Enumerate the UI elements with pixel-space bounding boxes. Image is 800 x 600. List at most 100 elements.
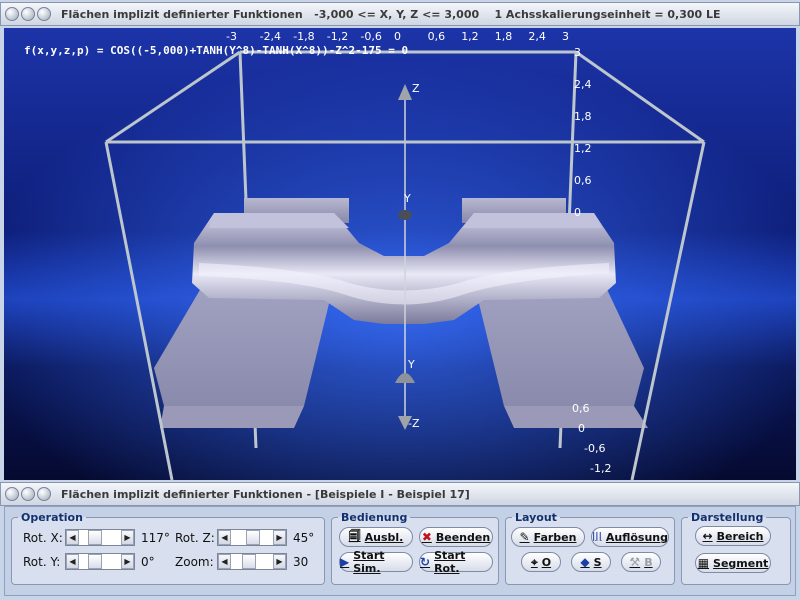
rot-z-slider[interactable]: ◀ ▶ <box>217 529 287 546</box>
tick-label: 0,6 <box>427 30 446 43</box>
range-icon: ↔ <box>702 529 713 543</box>
window-close-icon[interactable] <box>5 7 19 21</box>
tick-label: 1,8 <box>494 30 513 43</box>
tick-label: -1,8 <box>293 30 315 43</box>
rot-y-thumb[interactable] <box>88 554 102 569</box>
beenden-label: Beenden <box>435 530 491 544</box>
beenden-button[interactable]: ✖ Beenden <box>419 527 493 547</box>
grid-icon: ▦ <box>697 556 710 570</box>
segment-label: Segment <box>713 556 769 570</box>
rot-z-thumb[interactable] <box>246 530 260 545</box>
zoom-thumb[interactable] <box>242 554 256 569</box>
wrench-icon: ⚒ <box>629 555 641 569</box>
neg-z-axis-label: -Z <box>408 417 420 430</box>
b-button[interactable]: ⚒ B <box>621 552 661 572</box>
rotate-icon: ↻ <box>420 555 431 569</box>
tick-label: -1,2 <box>590 462 612 475</box>
hide-icon: 🗐 <box>348 528 361 543</box>
rot-z-value: 45° <box>293 531 315 545</box>
close-x-icon: ✖ <box>421 530 432 544</box>
rot-z-left-arrow-icon[interactable]: ◀ <box>218 530 231 545</box>
rot-x-right-arrow-icon[interactable]: ▶ <box>121 530 134 545</box>
s-button[interactable]: ◆ S <box>571 552 611 572</box>
tick-label: 0 <box>574 206 581 219</box>
ausbl-label: Ausbl. <box>364 530 404 544</box>
farben-button[interactable]: ✎ Farben <box>511 527 585 547</box>
bucket-icon: ◆ <box>580 555 590 569</box>
tick-label: 0 <box>394 30 401 43</box>
bedienung-legend: Bedienung <box>341 511 408 524</box>
rot-y-slider[interactable]: ◀ ▶ <box>65 553 135 570</box>
darstellung-legend: Darstellung <box>691 511 764 524</box>
zoom-label: Zoom: <box>175 555 214 569</box>
paint-brush-icon: ✎ <box>519 530 530 544</box>
tick-label: 1,2 <box>461 30 479 43</box>
main-window-title: Flächen implizit definierter Funktionen … <box>61 7 721 21</box>
window-minimize-icon[interactable] <box>21 7 35 21</box>
aufloesung-button[interactable]: ||| Auflösung <box>591 527 669 547</box>
play-icon: ▶ <box>340 555 350 569</box>
tick-label: 1,2 <box>574 142 592 155</box>
tick-label: -0,6 <box>360 30 382 43</box>
operation-legend: Operation <box>21 511 83 524</box>
formula-label: f(x,y,z,p) = COS((-5,000)+TANH(Y^8)-TANH… <box>24 44 409 57</box>
start-rot-label: Start Rot. <box>434 549 466 575</box>
tick-label: -3 <box>226 30 237 43</box>
rot-z-label: Rot. Z: <box>175 531 215 545</box>
ausbl-button[interactable]: 🗐 Ausbl. <box>339 527 413 547</box>
layout-group: Layout <box>505 511 675 585</box>
control-close-icon[interactable] <box>5 487 19 501</box>
surface-plot <box>4 28 796 480</box>
start-rot-button[interactable]: ↻ Start Rot. <box>419 549 493 575</box>
resolution-icon: ||| <box>592 532 602 542</box>
tick-label: 3 <box>562 30 569 43</box>
crosshair-icon: ⌖ <box>530 554 538 569</box>
rot-x-left-arrow-icon[interactable]: ◀ <box>66 530 79 545</box>
tick-label: 0,6 <box>572 402 590 415</box>
tick-label: 2,4 <box>528 30 546 43</box>
layout-legend: Layout <box>515 511 557 524</box>
tick-label: -0,6 <box>584 442 606 455</box>
zoom-slider[interactable]: ◀ ▶ <box>217 553 287 570</box>
darstellung-group: Darstellung <box>681 511 791 585</box>
start-sim-label: Start Sim. <box>353 549 385 575</box>
rot-x-thumb[interactable] <box>88 530 102 545</box>
zoom-right-arrow-icon[interactable]: ▶ <box>273 554 286 569</box>
control-window-titlebar[interactable]: Flächen implizit definierter Funktionen … <box>0 482 800 506</box>
operation-group: Operation <box>11 511 325 585</box>
main-window-titlebar[interactable]: Flächen implizit definierter Funktionen … <box>0 2 800 26</box>
rot-x-slider[interactable]: ◀ ▶ <box>65 529 135 546</box>
y-axis-label-top: Y <box>404 192 411 205</box>
o-button[interactable]: ⌖ O <box>521 552 561 572</box>
rot-y-value: 0° <box>141 555 155 569</box>
rot-z-right-arrow-icon[interactable]: ▶ <box>273 530 286 545</box>
control-maximize-icon[interactable] <box>37 487 51 501</box>
zoom-value: 30 <box>293 555 309 569</box>
plot-canvas[interactable]: f(x,y,z,p) = COS((-5,000)+TANH(Y^8)-TANH… <box>4 28 796 480</box>
rot-y-label: Rot. Y: <box>23 555 61 569</box>
control-minimize-icon[interactable] <box>21 487 35 501</box>
start-sim-button[interactable]: ▶ Start Sim. <box>339 549 413 575</box>
bereich-label: Bereich <box>716 529 764 543</box>
o-label: O <box>541 555 552 569</box>
z-axis-label: Z <box>412 82 420 95</box>
y-axis-label-bottom: Y <box>408 358 415 371</box>
tick-label: 2,4 <box>574 78 592 91</box>
tick-label: 0,6 <box>574 174 592 187</box>
segment-button[interactable]: ▦ Segment <box>695 553 771 573</box>
control-panel: Operation Rot. X: ◀ ▶ 117° Rot. Y: ◀ ▶ 0… <box>4 506 796 596</box>
tick-label: -1,2 <box>326 30 349 43</box>
rot-y-right-arrow-icon[interactable]: ▶ <box>121 554 134 569</box>
tick-label: -2,4 <box>259 30 282 43</box>
rot-y-left-arrow-icon[interactable]: ◀ <box>66 554 79 569</box>
tick-label: 0 <box>578 422 585 435</box>
window-maximize-icon[interactable] <box>37 7 51 21</box>
tick-label: 1,8 <box>574 110 592 123</box>
zoom-left-arrow-icon[interactable]: ◀ <box>218 554 231 569</box>
y-axis-marker-icon <box>398 210 412 220</box>
bereich-button[interactable]: ↔ Bereich <box>695 526 771 546</box>
control-window-title: Flächen implizit definierter Funktionen … <box>61 487 470 501</box>
rot-x-value: 117° <box>141 531 170 545</box>
tick-label: 3 <box>574 46 581 59</box>
b-label: B <box>644 555 653 569</box>
